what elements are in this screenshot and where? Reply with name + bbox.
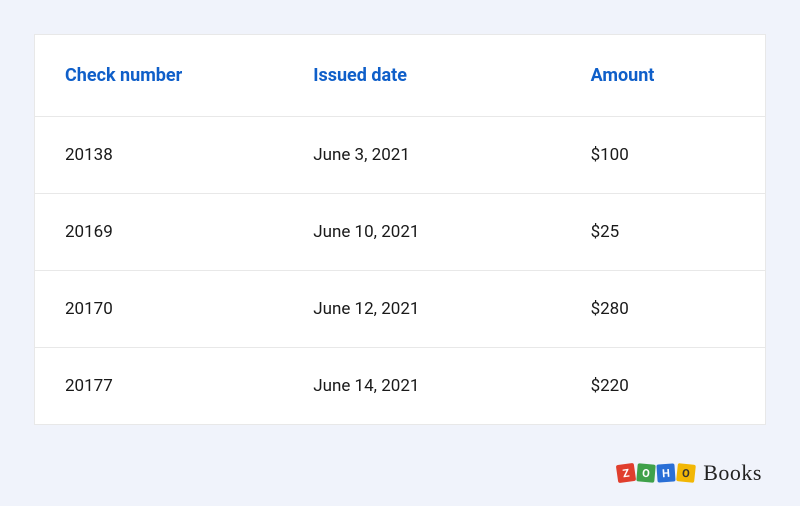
logo-block-o2: O [676, 463, 696, 483]
table-row: 20138 June 3, 2021 $100 [35, 117, 765, 194]
logo-block-o: O [636, 463, 656, 483]
cell-issued-date: June 14, 2021 [283, 348, 560, 424]
cell-check-number: 20169 [35, 194, 283, 270]
cell-amount: $25 [561, 194, 765, 270]
checks-table: Check number Issued date Amount 20138 Ju… [34, 34, 766, 425]
cell-issued-date: June 10, 2021 [283, 194, 560, 270]
table-row: 20177 June 14, 2021 $220 [35, 348, 765, 424]
table-header-row: Check number Issued date Amount [35, 35, 765, 117]
header-check-number: Check number [35, 35, 283, 116]
cell-issued-date: June 12, 2021 [283, 271, 560, 347]
logo-block-h: H [657, 463, 676, 482]
table-row: 20170 June 12, 2021 $280 [35, 271, 765, 348]
cell-amount: $280 [561, 271, 765, 347]
header-amount: Amount [561, 35, 765, 116]
header-issued-date: Issued date [283, 35, 560, 116]
zoho-books-logo: Z O H O Books [617, 460, 762, 486]
cell-check-number: 20170 [35, 271, 283, 347]
cell-amount: $100 [561, 117, 765, 193]
cell-amount: $220 [561, 348, 765, 424]
cell-issued-date: June 3, 2021 [283, 117, 560, 193]
brand-product-name: Books [703, 460, 762, 486]
logo-block-z: Z [616, 463, 636, 483]
table-row: 20169 June 10, 2021 $25 [35, 194, 765, 271]
zoho-icon: Z O H O [617, 464, 695, 482]
cell-check-number: 20177 [35, 348, 283, 424]
cell-check-number: 20138 [35, 117, 283, 193]
